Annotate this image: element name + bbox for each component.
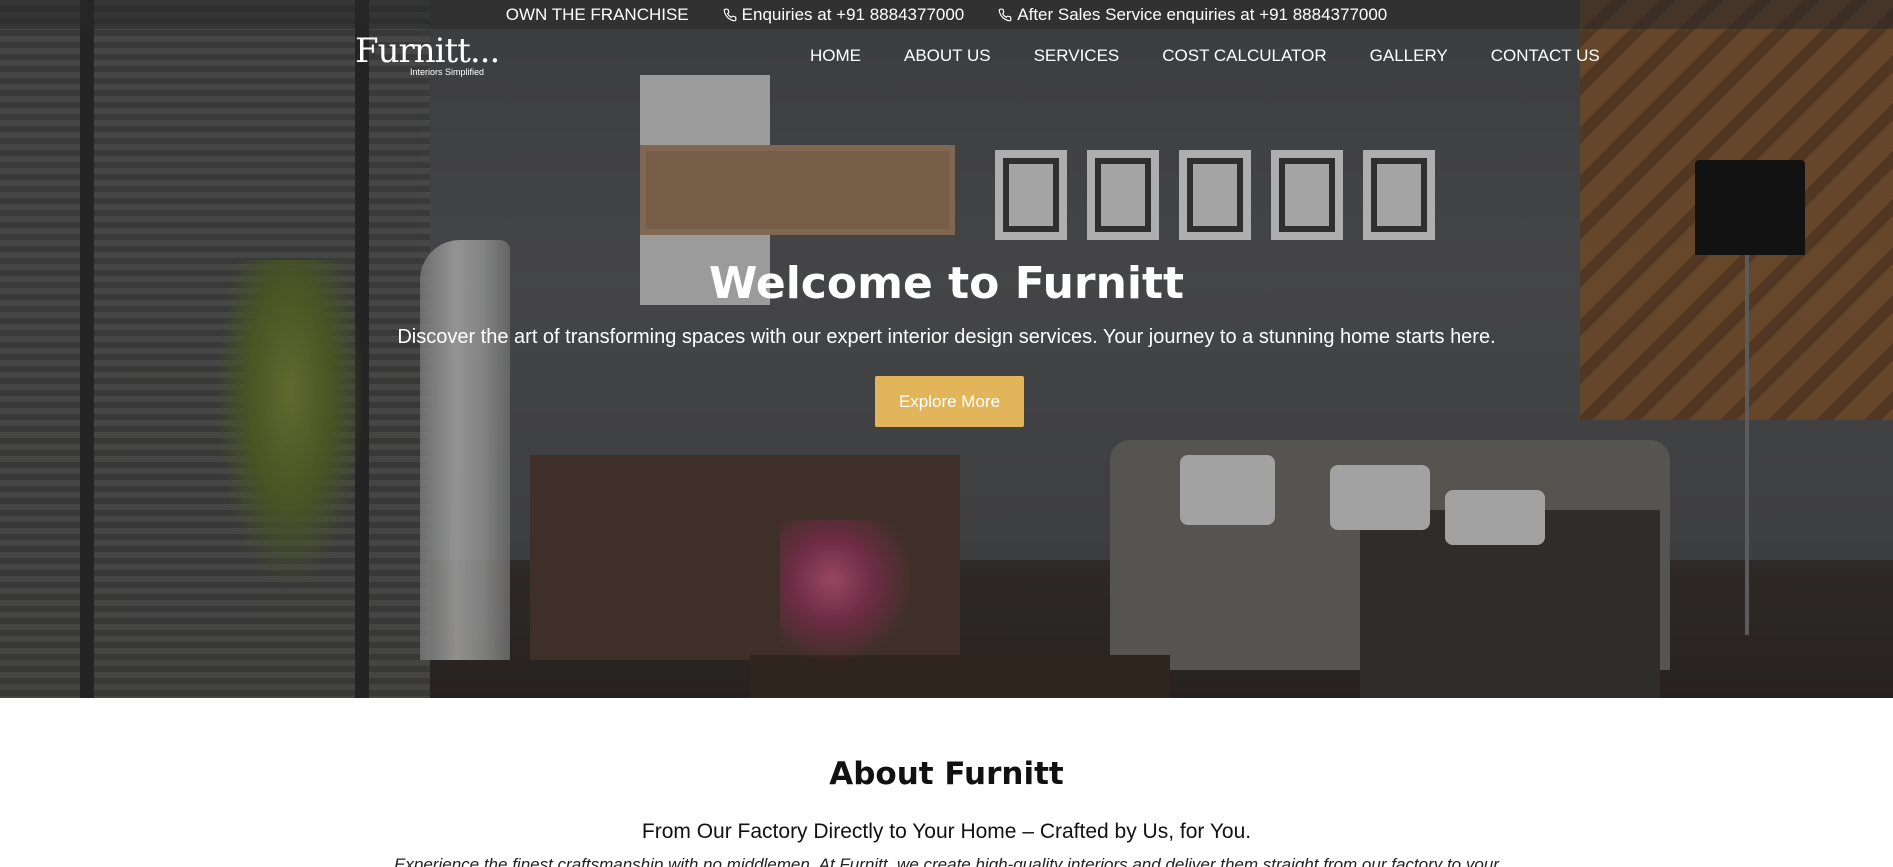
after-sales-label: After Sales Service enquiries at +91 888… bbox=[1017, 4, 1388, 24]
about-subtitle: From Our Factory Directly to Your Home –… bbox=[641, 820, 1252, 843]
phone-icon bbox=[723, 8, 737, 21]
nav-services[interactable]: SERVICES bbox=[1034, 46, 1120, 66]
logo-tagline: Interiors Simplified bbox=[410, 67, 485, 77]
after-sales-phone-link[interactable]: After Sales Service enquiries at +91 888… bbox=[998, 5, 1387, 25]
hero-subtitle: Discover the art of transforming spaces … bbox=[397, 326, 1496, 348]
nav-about-us[interactable]: ABOUT US bbox=[904, 46, 991, 66]
hero-background-image bbox=[0, 0, 1893, 698]
own-franchise-label: OWN THE FRANCHISE bbox=[505, 4, 689, 24]
enquiries-label: Enquiries at +91 8884377000 bbox=[741, 4, 965, 24]
explore-more-button[interactable]: Explore More bbox=[875, 376, 1024, 427]
nav-contact-us[interactable]: CONTACT US bbox=[1491, 46, 1600, 66]
top-contact-bar: OWN THE FRANCHISE Enquiries at +91 88843… bbox=[0, 0, 1893, 29]
own-franchise-link[interactable]: OWN THE FRANCHISE bbox=[506, 5, 689, 25]
main-nav: HOME ABOUT US SERVICES COST CALCULATOR G… bbox=[810, 46, 1600, 66]
site-logo[interactable]: Furnitt... Interiors Simplified bbox=[355, 31, 500, 80]
logo-name: Furnitt... bbox=[355, 31, 500, 71]
about-body-text: Experience the finest craftsmanship with… bbox=[394, 855, 1499, 867]
nav-gallery[interactable]: GALLERY bbox=[1370, 46, 1448, 66]
nav-home[interactable]: HOME bbox=[810, 46, 861, 66]
about-title: About Furnitt bbox=[829, 756, 1064, 792]
nav-cost-calculator[interactable]: COST CALCULATOR bbox=[1162, 46, 1326, 66]
phone-icon bbox=[998, 8, 1012, 21]
hero-title: Welcome to Furnitt bbox=[708, 258, 1185, 309]
enquiries-phone-link[interactable]: Enquiries at +91 8884377000 bbox=[723, 4, 965, 25]
hero-overlay bbox=[0, 0, 1893, 698]
